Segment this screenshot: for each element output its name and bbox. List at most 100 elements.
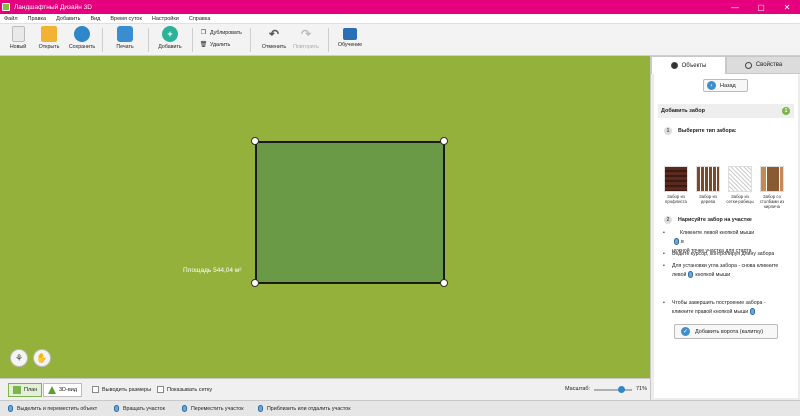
- design-canvas[interactable]: Площадь 544,04 м² ⚘ ✋: [0, 56, 650, 378]
- tab-objects[interactable]: Объекты: [651, 56, 726, 74]
- hand-tool-button[interactable]: ✋: [33, 349, 51, 367]
- menu-bar: Файл Правка Добавить Вид Время суток Нас…: [0, 14, 800, 24]
- menu-add[interactable]: Добавить: [56, 16, 80, 22]
- corner-handle[interactable]: [440, 137, 448, 145]
- step-2-text: Нарисуйте забор на участке: [678, 217, 752, 223]
- step-number: 1: [664, 127, 672, 135]
- tree-icon: [48, 386, 56, 394]
- plan-label: План: [24, 387, 38, 393]
- save-button[interactable]: Сохранить: [64, 26, 100, 54]
- section-title: Добавить забор: [661, 108, 706, 114]
- folder-icon: [41, 26, 57, 42]
- add-gate-button[interactable]: ✓ Добавить ворота (калитку): [674, 324, 778, 339]
- fence-option-mesh[interactable]: Забор из сетки-рабицы: [726, 166, 754, 204]
- printer-icon: [117, 26, 133, 42]
- open-button[interactable]: Открыть: [31, 26, 67, 54]
- toolbar: Новый Открыть Сохранить Печать + Добавит…: [0, 24, 800, 56]
- corner-handle[interactable]: [251, 279, 259, 287]
- instruction-text: Ведите курсор, контролируя длину забора: [672, 251, 775, 257]
- redo-button[interactable]: ↷ Повторить: [288, 26, 324, 54]
- hint-select: Выделить и переместить объект: [8, 405, 97, 412]
- instruction-text: кнопкой мыши: [695, 272, 731, 278]
- menu-settings[interactable]: Настройки: [152, 16, 179, 22]
- save-label: Сохранить: [68, 44, 96, 50]
- area-label: Площадь 544,04 м²: [183, 267, 242, 274]
- hint-move-text: Переместить участок: [191, 405, 244, 412]
- back-button[interactable]: ‹ Назад: [703, 79, 748, 92]
- print-label: Печать: [116, 44, 134, 50]
- toolbar-divider: [102, 28, 103, 52]
- undo-icon: ↶: [268, 27, 280, 41]
- panel-body: ‹ Назад Добавить забор 1 1 Выберите тип …: [654, 74, 798, 398]
- learn-button[interactable]: Обучение: [332, 26, 368, 54]
- plan-icon: [13, 386, 21, 394]
- instruction-text: левой: [672, 272, 687, 278]
- back-label: Назад: [720, 82, 736, 89]
- fence-profile-image: [664, 166, 688, 192]
- instruction-text: Кликните левой кнопкой мыши: [680, 230, 755, 236]
- show-grid-label: Показывать сетку: [167, 386, 213, 393]
- instruction-text: кликните правой кнопкой мыши: [672, 309, 749, 315]
- app-logo-icon: [2, 3, 10, 11]
- zoom-label: Масштаб:: [565, 386, 591, 392]
- menu-view[interactable]: Вид: [90, 16, 100, 22]
- menu-time-of-day[interactable]: Время суток: [110, 16, 142, 22]
- toolbar-divider: [250, 28, 251, 52]
- fence-wood-image: [696, 166, 720, 192]
- gear-icon: [744, 61, 752, 69]
- duplicate-button[interactable]: ❐ Дублировать: [200, 29, 242, 37]
- maximize-button[interactable]: ▢: [748, 0, 774, 14]
- zoom-slider[interactable]: [594, 386, 632, 393]
- add-button[interactable]: + Добавить: [152, 26, 188, 54]
- hint-move: Переместить участок: [182, 405, 244, 412]
- corner-handle[interactable]: [251, 137, 259, 145]
- layers-tool-button[interactable]: ⚘: [10, 349, 28, 367]
- tab-properties[interactable]: Свойства: [726, 56, 800, 74]
- show-grid-checkbox[interactable]: Показывать сетку: [157, 386, 212, 393]
- menu-edit[interactable]: Правка: [28, 16, 47, 22]
- minimize-button[interactable]: —: [722, 0, 748, 14]
- right-panel: Объекты Свойства ‹ Назад Добавить забор …: [650, 56, 800, 400]
- fence-option-wood[interactable]: Забор из дерева: [694, 166, 722, 204]
- toolbar-divider: [328, 28, 329, 52]
- close-button[interactable]: ✕: [774, 0, 800, 14]
- fence-caption: Забор из дерева: [699, 194, 717, 204]
- view-bar: План 3D-вид Выводить размеры Показывать …: [0, 378, 650, 400]
- instruction-4: Чтобы завершить построение забора - клик…: [663, 299, 794, 317]
- hint-zoom: Приблизить или отдалить участок: [258, 405, 351, 412]
- hand-icon: ✋: [36, 352, 48, 363]
- corner-handle[interactable]: [440, 279, 448, 287]
- hint-rotate: Вращать участок: [114, 405, 165, 412]
- zoom-slider-thumb[interactable]: [617, 386, 625, 393]
- step-2: 2 Нарисуйте забор на участке: [664, 216, 752, 224]
- menu-help[interactable]: Справка: [189, 16, 211, 22]
- instruction-2: Ведите курсор, контролируя длину забора: [663, 250, 794, 259]
- add-label: Добавить: [158, 44, 182, 50]
- save-icon: [74, 26, 90, 42]
- toolbar-divider: [148, 28, 149, 52]
- fence-brick-image: [760, 166, 784, 192]
- step-number: 2: [664, 216, 672, 224]
- fence-option-brick[interactable]: Забор со столбами из кирпича: [758, 166, 786, 209]
- menu-file[interactable]: Файл: [4, 16, 18, 22]
- tab-properties-label: Свойства: [755, 62, 783, 68]
- 3d-view-button[interactable]: 3D-вид: [43, 383, 83, 397]
- print-button[interactable]: Печать: [107, 26, 143, 54]
- mouse-right-icon: [750, 308, 756, 316]
- redo-icon: ↷: [300, 27, 312, 41]
- fence-option-profile[interactable]: Забор из профлиста: [662, 166, 690, 204]
- undo-button[interactable]: ↶ Отменить: [256, 26, 292, 54]
- duplicate-icon: ❐: [200, 30, 207, 36]
- instruction-3: Для установки угла забора - снова кликни…: [663, 262, 794, 280]
- delete-button[interactable]: 🗑 Удалить: [200, 41, 231, 49]
- land-plot[interactable]: [255, 141, 445, 284]
- new-file-icon: [11, 26, 25, 42]
- fence-caption: Забор из профлиста: [665, 194, 687, 204]
- section-header: Добавить забор 1: [658, 104, 794, 118]
- mouse-icon: [182, 405, 187, 412]
- objects-icon: [670, 62, 678, 69]
- learn-label: Обучение: [337, 42, 363, 48]
- plan-view-button[interactable]: План: [8, 383, 43, 397]
- hint-rotate-text: Вращать участок: [123, 405, 165, 412]
- show-sizes-checkbox[interactable]: Выводить размеры: [92, 386, 151, 393]
